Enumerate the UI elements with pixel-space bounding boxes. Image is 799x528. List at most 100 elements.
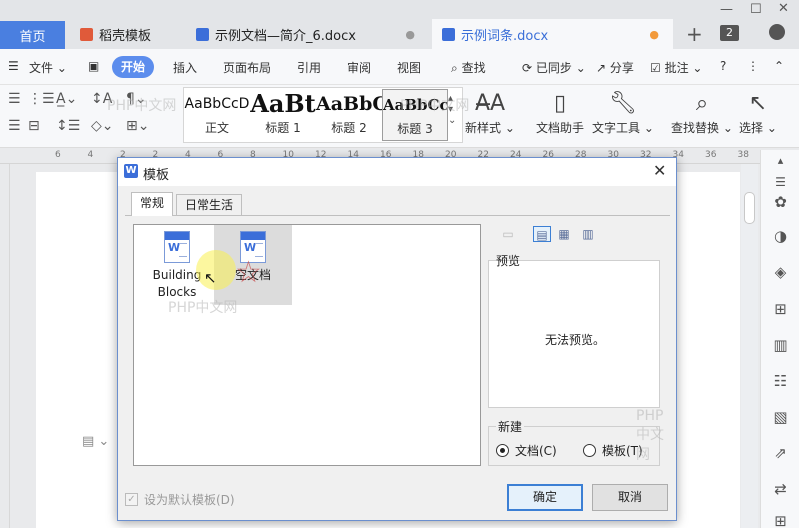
- thumbnail-view-icon[interactable]: ▥: [579, 226, 597, 242]
- text-tools-button[interactable]: 🔧︎ 文字工具 ⌄: [592, 89, 654, 136]
- new-label: 新建: [496, 418, 525, 435]
- word-template-icon: W: [164, 231, 190, 263]
- radio-unchecked-icon: [583, 444, 596, 457]
- large-icon-view-icon[interactable]: ▭: [499, 226, 517, 242]
- tab-home[interactable]: 首页: [0, 21, 65, 49]
- tab-example-entry[interactable]: 示例词条.docx ●: [432, 19, 673, 49]
- search-icon: ⌕: [695, 91, 709, 116]
- dialog-close-icon[interactable]: ✕: [653, 161, 666, 180]
- sidebar-settings-icon[interactable]: ✿: [761, 193, 799, 211]
- collapse-ribbon-icon[interactable]: ⌃: [774, 59, 784, 73]
- select-button[interactable]: ↖ 选择 ⌄: [738, 89, 778, 136]
- scrollbar-thumb[interactable]: [744, 192, 755, 224]
- tab-general[interactable]: 常规: [131, 192, 174, 216]
- menu-share[interactable]: ↗ 分享: [596, 59, 634, 76]
- tab-document-intro[interactable]: 示例文档—简介_6.docx ●: [186, 19, 429, 49]
- menu-insert[interactable]: 插入: [173, 59, 197, 76]
- doc-assistant-button[interactable]: ▯ 文档助手: [532, 89, 588, 136]
- close-icon[interactable]: ✕: [778, 1, 789, 16]
- style-heading-1[interactable]: AaBt 标题 1: [250, 89, 316, 141]
- page-doc-icon[interactable]: ▤ ⌄: [82, 434, 109, 449]
- distribute-icon[interactable]: ⊟: [28, 118, 40, 134]
- radio-document[interactable]: 文档(C): [496, 442, 557, 459]
- bullet-list-icon[interactable]: ☰: [8, 91, 21, 107]
- tab-divider: [125, 215, 670, 216]
- tab-home-label: 首页: [19, 29, 46, 45]
- default-template-checkbox[interactable]: ✓ 设为默认模板(D): [125, 491, 235, 508]
- watermark: PHP中文网: [636, 408, 664, 463]
- menu-review[interactable]: 审阅: [347, 59, 371, 76]
- menu-start[interactable]: 开始: [112, 56, 154, 78]
- window-count-badge[interactable]: 2: [720, 25, 739, 41]
- menu-find[interactable]: ⌕ 查找: [451, 59, 486, 76]
- tab-docer-templates[interactable]: 稻壳模板: [70, 19, 180, 49]
- docer-icon: [80, 27, 93, 41]
- new-style-button[interactable]: A̶A 新样式 ⌄: [465, 89, 515, 136]
- cancel-button[interactable]: 取消: [592, 484, 668, 511]
- border-icon[interactable]: ⊞⌄: [126, 118, 149, 134]
- unsaved-dot-icon: ●: [649, 28, 659, 41]
- template-list[interactable]: W Building Blocks W 空文档 ↖ ☆ PHP中文网: [133, 224, 481, 466]
- font-size-icon[interactable]: A̲⌄: [56, 91, 77, 107]
- ok-button[interactable]: 确定: [507, 484, 583, 511]
- doc-assistant-icon: ▯: [553, 91, 567, 116]
- view-mode-buttons: ▭ ▤ ▦ ▥: [493, 226, 675, 248]
- tab-daily-life[interactable]: 日常生活: [176, 194, 243, 216]
- checkbox-check-icon: ✓: [125, 493, 138, 506]
- wps-logo-icon: W: [124, 164, 138, 178]
- maximize-icon[interactable]: ☐: [750, 2, 762, 17]
- minimize-icon[interactable]: —: [720, 2, 733, 17]
- details-view-icon[interactable]: ▦: [555, 226, 573, 242]
- menu-reference[interactable]: 引用: [297, 59, 321, 76]
- find-replace-button[interactable]: ⌕ 查找替换 ⌄: [670, 89, 734, 136]
- line-spacing-icon[interactable]: ↕☰: [56, 118, 80, 134]
- tab-label: 示例文档—简介_6.docx: [215, 28, 356, 44]
- sidebar-image-icon[interactable]: ▧: [761, 408, 799, 426]
- ruler-tick-label: 4: [87, 150, 94, 160]
- sidebar-translate-icon[interactable]: ⇄: [761, 480, 799, 498]
- sidebar-menu-icon[interactable]: ☰: [761, 175, 799, 189]
- sidebar-shapes-icon[interactable]: ◑: [761, 227, 799, 245]
- hamburger-icon[interactable]: ☰: [8, 59, 19, 73]
- menu-page-layout[interactable]: 页面布局: [223, 59, 271, 76]
- menu-view[interactable]: 视图: [397, 59, 421, 76]
- tab-label: 示例词条.docx: [461, 28, 549, 44]
- preview-message: 无法预览。: [544, 333, 605, 347]
- more-icon[interactable]: ⋮: [747, 59, 759, 73]
- dialog-titlebar[interactable]: W 模板 ✕: [118, 158, 676, 186]
- preview-box: 无法预览。: [488, 260, 660, 408]
- style-normal[interactable]: AaBbCcD 正文: [184, 89, 250, 141]
- annotate-icon: ☑: [650, 61, 661, 75]
- save-icon[interactable]: ▣: [88, 59, 99, 73]
- word-doc-icon: [196, 27, 209, 41]
- sidebar-apps-icon[interactable]: ⊞: [761, 300, 799, 318]
- sidebar-collapse-icon[interactable]: ▴: [761, 154, 799, 167]
- watermark: PHP中文网: [107, 98, 177, 114]
- tab-dot-icon: ●: [405, 28, 415, 41]
- vertical-ruler: [0, 164, 10, 528]
- preview-label: 预览: [496, 254, 521, 268]
- sidebar-adjust-icon[interactable]: ☷: [761, 372, 799, 390]
- avatar[interactable]: [769, 24, 785, 40]
- menu-annotate[interactable]: ☑ 批注 ⌄: [650, 59, 702, 76]
- sidebar-layers-icon[interactable]: ◈: [761, 263, 799, 281]
- sidebar-grid-icon[interactable]: ⊞: [761, 512, 799, 528]
- tab-bar: 首页 稻壳模板 示例文档—简介_6.docx ● 示例词条.docx ● + 2…: [0, 0, 799, 49]
- ruler-tick-label: 36: [705, 150, 717, 160]
- help-icon[interactable]: ?: [720, 59, 726, 73]
- tab-label: 稻壳模板: [99, 28, 152, 44]
- menu-file[interactable]: 文件 ⌄: [29, 59, 67, 76]
- word-doc-icon: [442, 27, 455, 41]
- shading-icon[interactable]: ◇⌄: [91, 118, 114, 134]
- new-tab-plus-icon[interactable]: +: [686, 22, 703, 46]
- sidebar-chart-icon[interactable]: ▥: [761, 336, 799, 354]
- style-heading-2[interactable]: AaBbC 标题 2: [316, 89, 382, 141]
- watermark: PHP中文网: [168, 300, 238, 316]
- sidebar-share-icon[interactable]: ⇗: [761, 444, 799, 462]
- align-icon[interactable]: ☰: [8, 118, 21, 134]
- watermark: PHP中文网: [400, 98, 470, 114]
- menu-sync[interactable]: ⟳ 已同步 ⌄: [522, 59, 586, 76]
- numbered-list-icon[interactable]: ⋮☰: [28, 91, 55, 107]
- radio-template[interactable]: 模板(T): [583, 442, 643, 459]
- list-view-icon[interactable]: ▤: [533, 226, 551, 242]
